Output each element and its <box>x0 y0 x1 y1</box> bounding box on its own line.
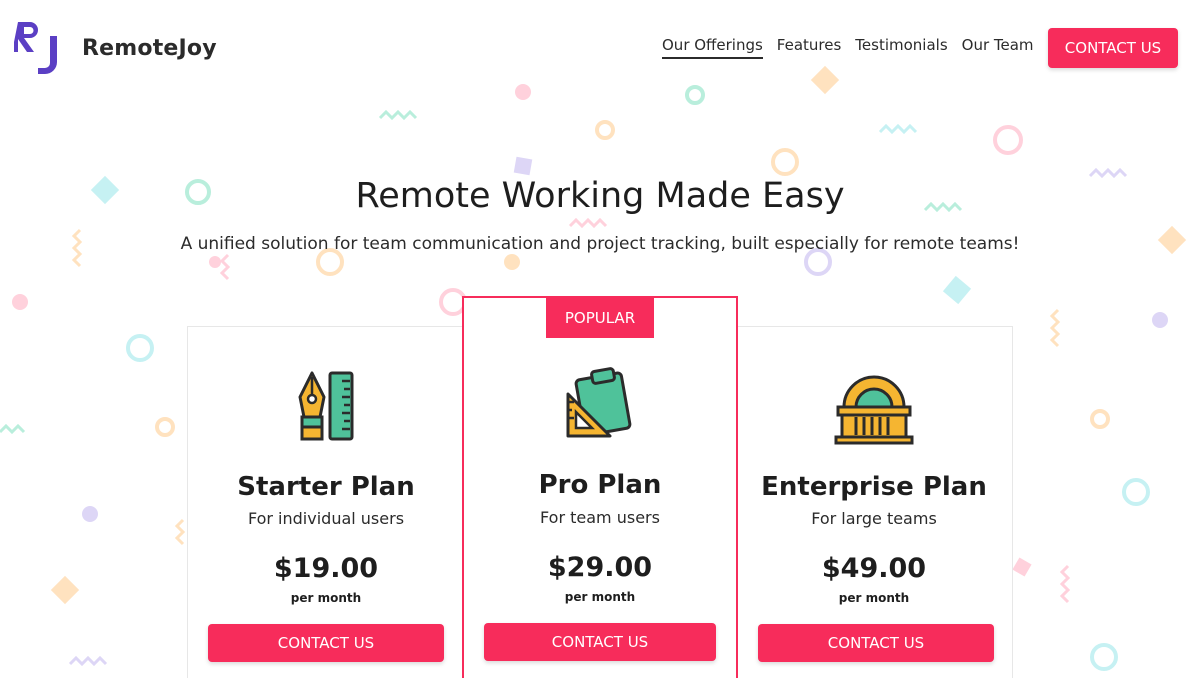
plan-price: $19.00 <box>273 553 379 584</box>
brand-name: RemoteJoy <box>82 35 217 61</box>
plan-price: $29.00 <box>547 552 653 583</box>
logo-mark-icon <box>12 18 66 78</box>
nav-testimonials[interactable]: Testimonials <box>855 36 947 59</box>
popular-badge: POPULAR <box>546 298 654 338</box>
plan-name: Enterprise Plan <box>761 472 987 502</box>
brand-logo[interactable]: RemoteJoy <box>12 18 217 78</box>
nav-our-team[interactable]: Our Team <box>962 36 1034 59</box>
plan-period: per month <box>838 591 910 605</box>
plan-description: For individual users <box>247 509 405 528</box>
pricing-card-enterprise: Enterprise Plan For large teams $49.00 p… <box>735 326 1013 678</box>
header-contact-button[interactable]: CONTACT US <box>1048 28 1178 68</box>
plan-description: For team users <box>540 508 660 527</box>
enterprise-contact-button[interactable]: CONTACT US <box>758 624 994 662</box>
top-navbar: RemoteJoy Our Offerings Features Testimo… <box>0 0 1200 96</box>
pricing-card-pro: POPULAR Pro Plan For team users $29.00 p… <box>462 296 738 678</box>
building-icon <box>834 367 914 447</box>
pro-contact-button[interactable]: CONTACT US <box>484 623 716 661</box>
plan-description: For large teams <box>811 509 937 528</box>
nav-our-offerings[interactable]: Our Offerings <box>662 36 763 59</box>
hero-subtitle: A unified solution for team communicatio… <box>180 234 1020 254</box>
hero-title: Remote Working Made Easy <box>355 176 845 216</box>
clipboard-set-square-icon <box>560 366 640 446</box>
plan-price: $49.00 <box>821 553 927 584</box>
nav-features[interactable]: Features <box>777 36 842 59</box>
plan-period: per month <box>564 590 636 604</box>
pricing-card-starter: Starter Plan For individual users $19.00… <box>187 326 465 678</box>
main-nav: Our Offerings Features Testimonials Our … <box>662 36 1034 59</box>
starter-contact-button[interactable]: CONTACT US <box>208 624 444 662</box>
plan-name: Starter Plan <box>237 472 415 502</box>
plan-period: per month <box>290 591 362 605</box>
plan-name: Pro Plan <box>538 470 662 500</box>
pen-ruler-icon <box>286 367 366 447</box>
